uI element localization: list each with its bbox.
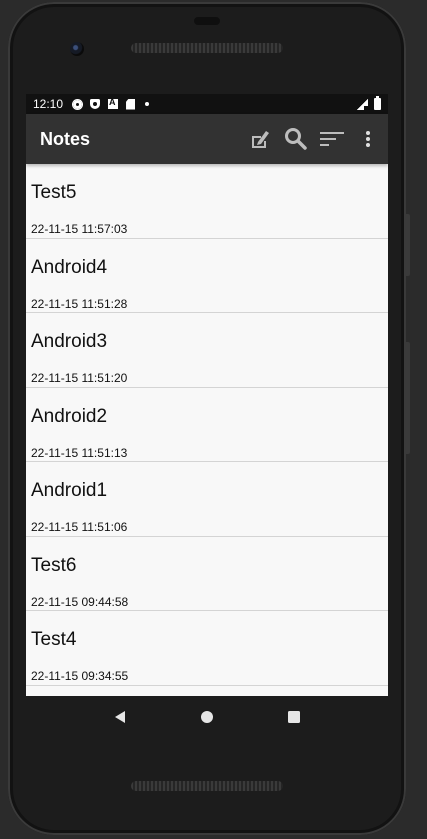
signal-icon	[357, 98, 368, 110]
shield-icon	[90, 99, 101, 109]
list-item[interactable]: Android2 22-11-15 11:51:13	[26, 388, 388, 462]
note-title: Android2	[31, 405, 108, 427]
battery-icon	[374, 96, 381, 110]
search-icon	[285, 128, 307, 150]
sd-card-icon	[126, 98, 136, 110]
home-button[interactable]	[192, 702, 222, 732]
notes-list: Test5 22-11-15 11:57:03 Android4 22-11-1…	[26, 164, 388, 686]
note-date: 22-11-15 11:51:20	[31, 371, 128, 385]
note-title: Android4	[31, 256, 108, 278]
power-button	[404, 342, 410, 454]
app-bar: Notes	[26, 114, 388, 164]
screen: 12:10 Notes	[26, 94, 388, 696]
bottom-speaker	[131, 781, 283, 791]
sort-button[interactable]	[314, 121, 350, 157]
gear-icon	[73, 99, 83, 109]
more-options-button[interactable]	[350, 121, 386, 157]
recents-icon	[288, 711, 301, 723]
note-title: Test6	[31, 554, 77, 576]
list-item[interactable]: Test4 22-11-15 09:34:55	[26, 611, 388, 686]
font-icon	[108, 97, 119, 109]
page-title: Notes	[40, 128, 91, 149]
list-item[interactable]: Test6 22-11-15 09:44:58	[26, 537, 388, 611]
more-vert-icon	[366, 131, 370, 147]
edit-note-icon	[252, 131, 269, 148]
list-item[interactable]: Android1 22-11-15 11:51:06	[26, 462, 388, 537]
note-title: Test5	[31, 182, 77, 203]
note-title: Android3	[31, 331, 108, 352]
back-icon	[114, 711, 125, 723]
home-icon	[200, 711, 213, 723]
list-item[interactable]: Test5 22-11-15 11:57:03	[26, 164, 388, 239]
note-date: 22-11-15 11:51:28	[31, 296, 128, 311]
note-date: 22-11-15 09:34:55	[31, 669, 129, 683]
status-bar: 12:10	[26, 94, 388, 114]
status-time: 12:10	[33, 97, 64, 111]
search-button[interactable]	[278, 121, 314, 157]
list-item[interactable]: Android3 22-11-15 11:51:20	[26, 313, 388, 388]
note-date: 22-11-15 11:51:06	[31, 520, 128, 534]
list-item[interactable]: Android4 22-11-15 11:51:28	[26, 239, 388, 313]
note-title: Test4	[31, 629, 77, 650]
sort-icon	[320, 132, 344, 146]
volume-button	[404, 214, 410, 276]
top-speaker	[131, 43, 283, 53]
note-title: Android1	[31, 480, 108, 501]
note-date: 22-11-15 11:51:13	[31, 445, 128, 460]
front-camera	[70, 42, 84, 56]
dot-icon	[145, 102, 150, 106]
navigation-bar	[26, 696, 388, 738]
back-button[interactable]	[105, 702, 135, 732]
note-date: 22-11-15 09:44:58	[31, 594, 129, 609]
edit-note-button[interactable]	[242, 121, 278, 157]
top-sensor	[194, 17, 220, 25]
recents-button[interactable]	[279, 702, 309, 732]
note-date: 22-11-15 11:57:03	[31, 222, 128, 236]
